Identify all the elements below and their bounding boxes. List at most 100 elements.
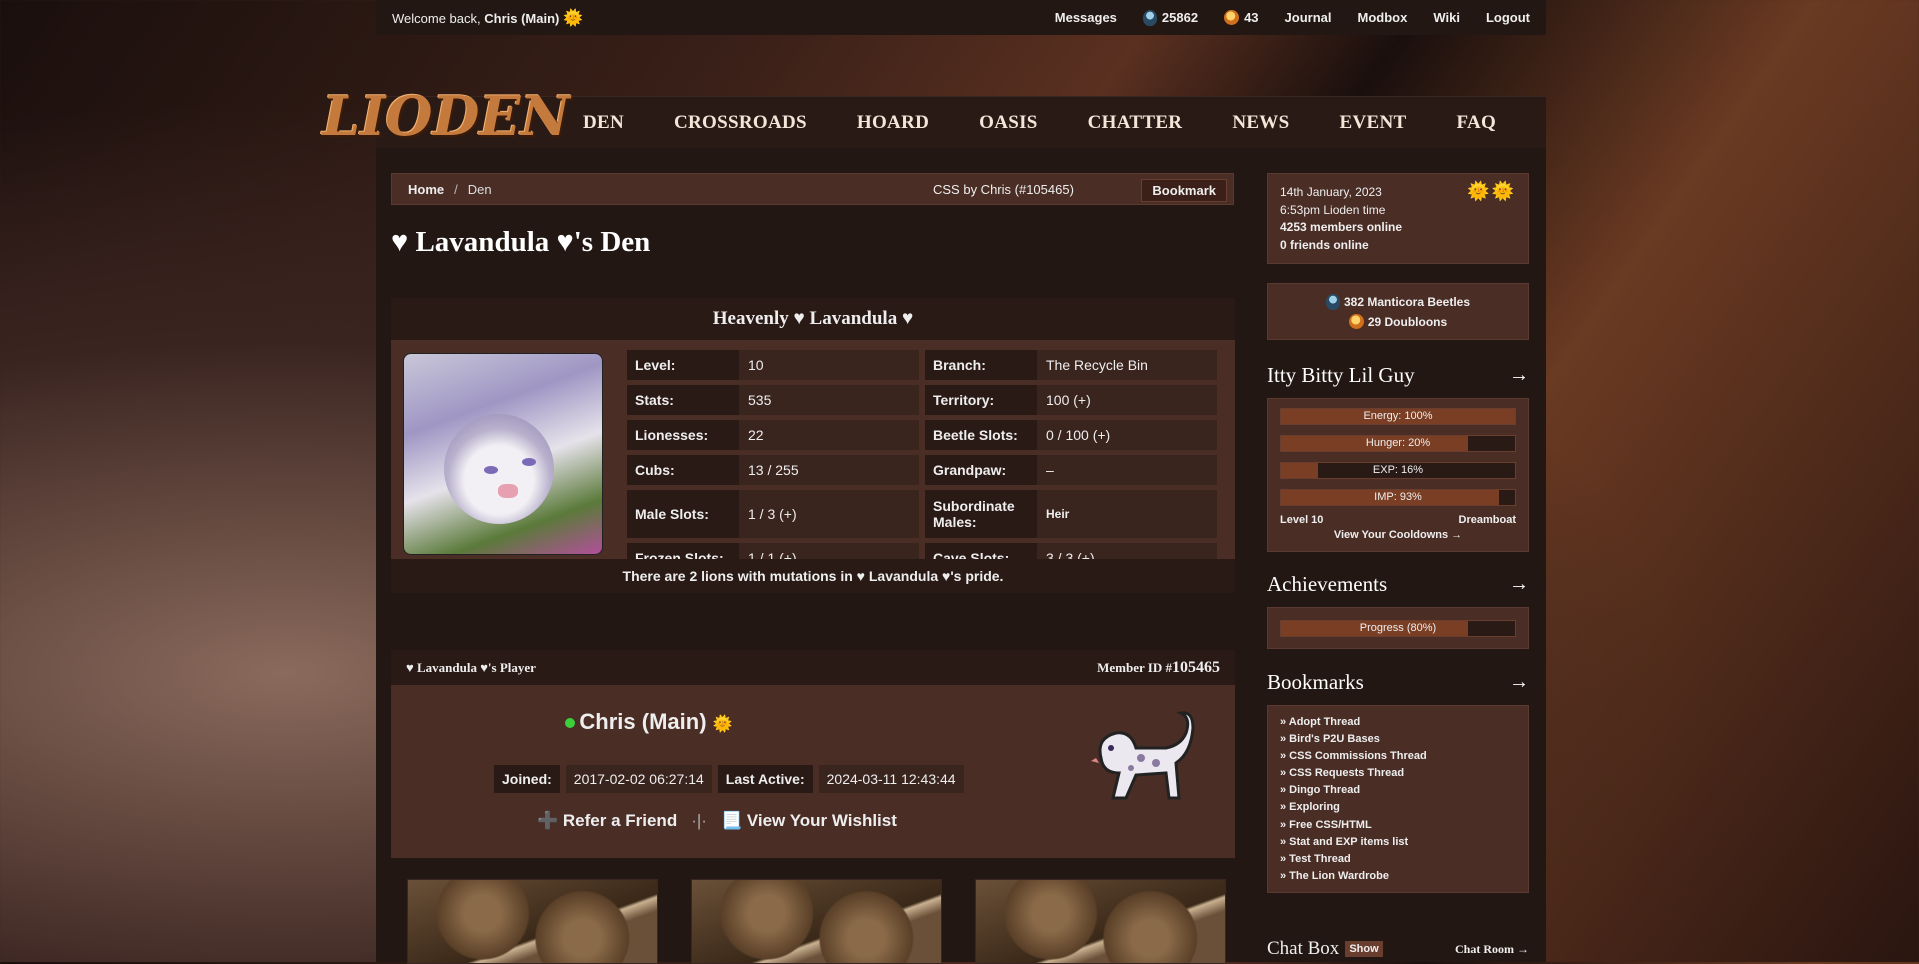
page-title: ♥ Lavandula ♥'s Den <box>391 226 651 258</box>
sidebar: 14th January, 2023 6:53pm Lioden time 42… <box>1250 148 1546 962</box>
bookmark-button[interactable]: Bookmark <box>1141 179 1227 202</box>
energy-bar-label: Energy: 100% <box>1363 410 1433 422</box>
logout-link[interactable]: Logout <box>1486 10 1530 25</box>
exp-bar-label: EXP: 16% <box>1372 464 1424 476</box>
level-value: 10 <box>739 350 919 380</box>
pet-title[interactable]: Itty Bitty Lil Guy → <box>1267 363 1529 388</box>
male-slots-label: Male Slots: <box>627 490 739 538</box>
chat-box-header: Chat Box Show Chat Room → <box>1267 938 1529 960</box>
male-slots-value[interactable]: 1 / 3 (+) <box>739 490 919 538</box>
bookmark-item[interactable]: » Test Thread <box>1280 851 1516 868</box>
mutation-notice: There are 2 lions with mutations in ♥ La… <box>391 559 1235 593</box>
arrow-right-icon[interactable]: → <box>1509 364 1529 387</box>
top-bar: Welcome back, Chris (Main) 🌞 Messages 25… <box>376 0 1546 35</box>
lion-portrait[interactable] <box>403 353 603 555</box>
bookmark-item[interactable]: » Bird's P2U Bases <box>1280 731 1516 748</box>
subordinate-males-value[interactable]: Heir <box>1037 490 1217 538</box>
last-active-value: 2024-03-11 12:43:44 <box>818 765 964 793</box>
pet-title-text: Itty Bitty Lil Guy <box>1267 363 1415 387</box>
friends-online[interactable]: 0 friends online <box>1280 237 1516 255</box>
coins-counter[interactable]: 43 <box>1224 10 1259 25</box>
stats-label: Stats: <box>627 385 739 415</box>
nav-item-event[interactable]: EVENT <box>1339 112 1406 134</box>
bookmark-item[interactable]: » Exploring <box>1280 799 1516 816</box>
den-thumbnail[interactable] <box>975 879 1226 964</box>
nav-item-hoard[interactable]: HOARD <box>857 112 929 134</box>
bookmark-item[interactable]: » CSS Requests Thread <box>1280 765 1516 782</box>
stats-row: Level: 10 Branch: The Recycle Bin <box>627 350 1223 380</box>
grandpaw-label: Grandpaw: <box>925 455 1037 485</box>
online-status-icon <box>565 718 576 729</box>
lion-eye-left <box>484 466 498 474</box>
lion-name[interactable]: Heavenly ♥ Lavandula ♥ <box>391 298 1235 340</box>
bookmarks-list: » Adopt Thread» Bird's P2U Bases» CSS Co… <box>1267 705 1529 893</box>
lionesses-label: Lionesses: <box>627 420 739 450</box>
chat-room-link[interactable]: Chat Room → <box>1455 942 1529 957</box>
members-online[interactable]: 4253 members online <box>1280 219 1516 237</box>
exp-bar: EXP: 16% <box>1280 462 1516 479</box>
grandpaw-value: – <box>1037 455 1217 485</box>
arrow-right-icon[interactable]: → <box>1509 573 1529 596</box>
username-link[interactable]: Chris (Main) <box>484 11 559 26</box>
branch-value[interactable]: The Recycle Bin <box>1037 350 1217 380</box>
beetles-counter[interactable]: 25862 <box>1142 9 1199 26</box>
cub-sprite[interactable] <box>1081 703 1201 823</box>
chat-box-title: Chat Box <box>1267 938 1340 959</box>
level-label: Level: <box>627 350 739 380</box>
chat-show-button[interactable]: Show <box>1345 941 1383 957</box>
stats-value: 535 <box>739 385 919 415</box>
beetles-count: 25862 <box>1161 10 1199 25</box>
bookmarks-title-text: Bookmarks <box>1267 670 1364 694</box>
bookmark-item[interactable]: » Adopt Thread <box>1280 714 1516 731</box>
player-name[interactable]: Chris (Main) 🌞 <box>227 709 1071 735</box>
nav-item-oasis[interactable]: OASIS <box>979 112 1038 134</box>
imp-bar-label: IMP: 93% <box>1374 491 1422 503</box>
achievements-title[interactable]: Achievements → <box>1267 572 1529 597</box>
subordinate-males-label: Subordinate Males: <box>925 490 1037 538</box>
cooldowns-link[interactable]: View Your Cooldowns → <box>1280 529 1516 541</box>
nav-item-den[interactable]: DEN <box>583 112 624 134</box>
breadcrumb-current: Den <box>467 181 492 197</box>
bookmark-item[interactable]: » Dingo Thread <box>1280 782 1516 799</box>
coins-count: 43 <box>1244 10 1259 25</box>
bookmark-item[interactable]: » CSS Commissions Thread <box>1280 748 1516 765</box>
arrow-right-icon[interactable]: → <box>1509 671 1529 694</box>
nav-item-crossroads[interactable]: CROSSROADS <box>674 112 807 134</box>
bookmark-item[interactable]: » The Lion Wardrobe <box>1280 868 1516 885</box>
breadcrumb-home[interactable]: Home <box>408 182 444 197</box>
wishlist-link[interactable]: 📃 View Your Wishlist <box>721 811 897 831</box>
breadcrumb: Home / Den CSS by Chris (#105465) Bookma… <box>391 173 1234 205</box>
den-thumbnail[interactable] <box>691 879 942 964</box>
journal-link[interactable]: Journal <box>1285 10 1332 25</box>
bookmark-item[interactable]: » Free CSS/HTML <box>1280 817 1516 834</box>
den-thumbnail[interactable] <box>407 879 658 964</box>
stats-row: Lionesses: 22 Beetle Slots: 0 / 100 (+) <box>627 420 1223 450</box>
player-header: ♥ Lavandula ♥'s Player Member ID #105465 <box>391 650 1235 685</box>
player-name-text: Chris (Main) <box>579 709 707 734</box>
beetle-slots-label: Beetle Slots: <box>925 420 1037 450</box>
pet-rank: Dreamboat <box>1458 514 1516 526</box>
nav-item-news[interactable]: NEWS <box>1232 112 1289 134</box>
beetle-slots-value[interactable]: 0 / 100 (+) <box>1037 420 1217 450</box>
refer-friend-link[interactable]: ➕ Refer a Friend <box>537 811 677 831</box>
bookmarks-title[interactable]: Bookmarks → <box>1267 670 1529 695</box>
breadcrumb-separator: / <box>454 181 458 197</box>
energy-bar: Energy: 100% <box>1280 408 1516 425</box>
beetle-icon <box>1142 9 1157 26</box>
messages-link[interactable]: Messages <box>1055 10 1117 25</box>
bookmark-item[interactable]: » Stat and EXP items list <box>1280 834 1516 851</box>
doubloons-balance-text: 29 Doubloons <box>1367 314 1448 329</box>
nav-item-chatter[interactable]: CHATTER <box>1088 112 1183 134</box>
member-id-value: 105465 <box>1172 658 1220 676</box>
territory-value[interactable]: 100 (+) <box>1037 385 1217 415</box>
achievement-progress-bar: Progress (80%) <box>1280 620 1516 637</box>
member-id: Member ID #105465 <box>1097 659 1220 677</box>
wiki-link[interactable]: Wiki <box>1433 10 1460 25</box>
beetle-icon <box>1325 294 1340 310</box>
nav-item-faq[interactable]: FAQ <box>1456 112 1496 134</box>
modbox-link[interactable]: Modbox <box>1358 10 1408 25</box>
pet-level-row: Level 10 Dreamboat <box>1280 514 1516 526</box>
sun-icon: 🌞 <box>712 716 733 733</box>
stats-row: Cubs: 13 / 255 Grandpaw: – <box>627 455 1223 485</box>
lion-face <box>444 414 554 524</box>
